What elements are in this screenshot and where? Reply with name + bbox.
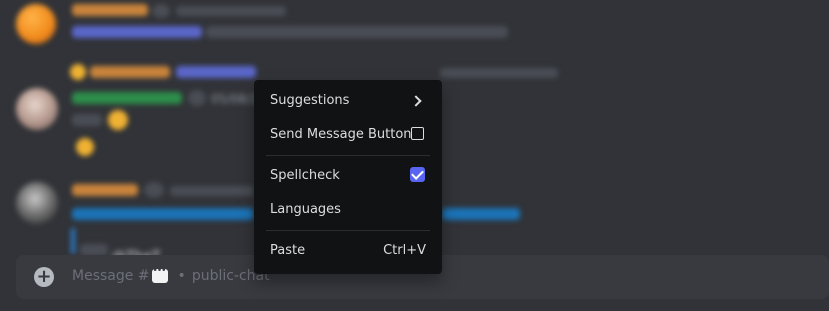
menu-item-paste[interactable]: Paste Ctrl+V [262, 235, 434, 267]
speech-bubble-icon [151, 266, 168, 283]
menu-item-label: Paste [270, 243, 306, 258]
reply-username [90, 66, 170, 78]
username [72, 92, 182, 104]
chevron-right-icon [410, 95, 422, 107]
separator: • [177, 268, 186, 284]
avatar [16, 182, 58, 224]
embed-border [71, 228, 75, 254]
menu-item-languages[interactable]: Languages [262, 194, 434, 226]
emoji [70, 64, 86, 80]
menu-separator [266, 230, 430, 231]
emoji [108, 110, 128, 130]
reply-mention [176, 66, 256, 78]
timestamp [170, 186, 254, 196]
username [72, 184, 138, 196]
menu-separator [266, 155, 430, 156]
plus-circle-icon[interactable]: + [34, 267, 54, 287]
menu-item-suggestions[interactable]: Suggestions [262, 85, 434, 117]
badge-icon [188, 90, 206, 106]
menu-item-label: Languages [270, 202, 341, 217]
menu-item-label: Suggestions [270, 93, 350, 108]
menu-item-send-message-button[interactable]: Send Message Button [262, 119, 434, 151]
checkbox-unchecked-icon[interactable] [411, 127, 424, 140]
link [72, 208, 254, 220]
avatar [16, 88, 58, 130]
checkbox-checked-icon[interactable] [410, 167, 425, 182]
menu-item-label: Send Message Button [270, 127, 412, 142]
emoji [76, 138, 94, 156]
placeholder-prefix: Message # [72, 268, 150, 284]
message-text [72, 114, 102, 126]
avatar [16, 4, 56, 44]
username [72, 4, 148, 16]
reply-text [440, 68, 558, 78]
timestamp [176, 6, 286, 16]
mention [72, 26, 202, 38]
badge-icon [152, 4, 170, 18]
menu-item-spellcheck[interactable]: Spellcheck [262, 160, 434, 192]
menu-item-label: Spellcheck [270, 168, 340, 183]
badge-icon [144, 182, 164, 198]
message-input[interactable]: Message # • public-chat [72, 266, 270, 284]
message-text [206, 26, 508, 38]
shortcut-hint: Ctrl+V [383, 243, 426, 258]
link [442, 208, 520, 220]
context-menu: Suggestions Send Message Button Spellche… [254, 80, 442, 274]
timestamp: 05/08/2 [211, 92, 258, 106]
